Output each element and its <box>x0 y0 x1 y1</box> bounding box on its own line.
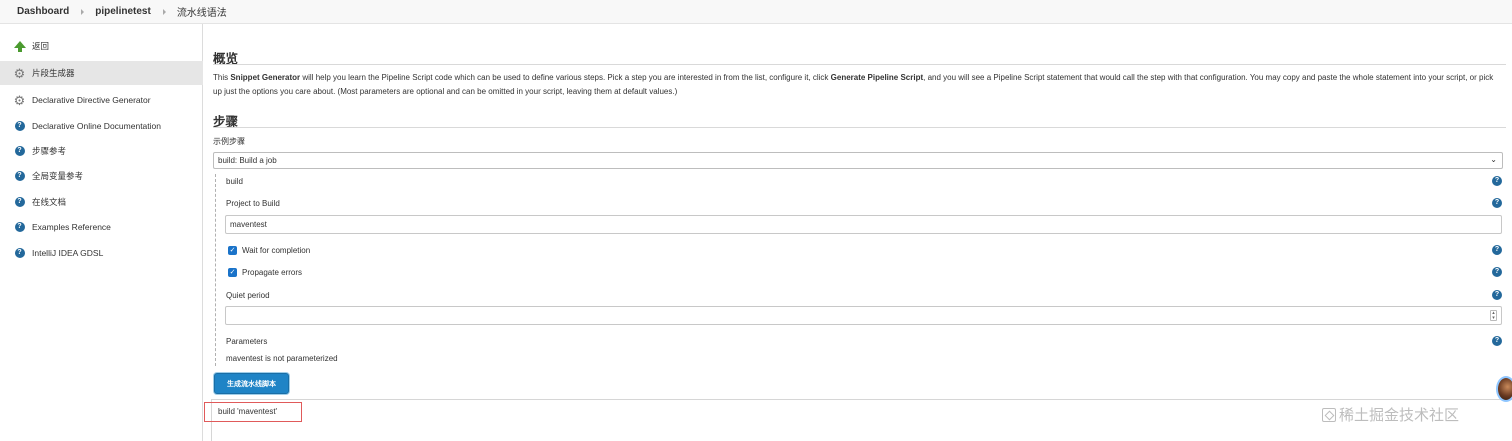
watermark-text: 稀土掘金技术社区 <box>1339 406 1460 424</box>
help-icon[interactable]: ? <box>1492 198 1502 208</box>
sample-step-select[interactable]: build: Build a job ⌄ <box>213 152 1503 169</box>
sidebar-item-label: 在线文档 <box>32 197 67 207</box>
breadcrumb-current[interactable]: 流水线语法 <box>177 4 227 19</box>
sidebar-item-directive-generator[interactable]: ⚙ Declarative Directive Generator <box>0 88 203 112</box>
sidebar-item-online-docs[interactable]: ? 在线文档 <box>0 190 203 214</box>
sidebar-item-snippet-generator[interactable]: ⚙ 片段生成器 <box>0 61 203 85</box>
help-icon: ? <box>14 146 25 157</box>
propagate-errors-label: Propagate errors <box>242 268 303 277</box>
sidebar-item-label: Declarative Online Documentation <box>32 121 161 131</box>
help-icon: ? <box>14 171 25 182</box>
sidebar-item-examples-reference[interactable]: ? Examples Reference <box>0 215 203 239</box>
watermark: 稀土掘金技术社区 <box>1322 404 1459 425</box>
sidebar-item-back[interactable]: 返回 <box>0 34 203 58</box>
sidebar-item-step-reference[interactable]: ? 步骤参考 <box>0 139 203 163</box>
sidebar-item-online-documentation[interactable]: ? Declarative Online Documentation <box>0 114 203 138</box>
section-divider <box>213 127 1506 128</box>
breadcrumb: Dashboard pipelinetest 流水线语法 <box>0 0 1512 24</box>
up-arrow-icon <box>13 40 26 52</box>
sample-step-label: 示例步骤 <box>213 137 245 146</box>
project-to-build-input[interactable]: maventest <box>225 215 1502 234</box>
gear-icon: ⚙ <box>13 92 26 108</box>
chevron-down-icon: ⌄ <box>1490 155 1497 164</box>
parameters-label: Parameters <box>226 337 268 346</box>
main-content: 概览 This Snippet Generator will help you … <box>203 24 1512 441</box>
help-icon[interactable]: ? <box>1492 290 1502 300</box>
sidebar-item-label: Examples Reference <box>32 222 111 232</box>
sidebar-item-label: 全局变量参考 <box>32 171 84 181</box>
sidebar-item-label: 返回 <box>32 41 50 51</box>
sidebar-item-label: 步骤参考 <box>32 146 67 156</box>
overview-description: This Snippet Generator will help you lea… <box>213 73 1494 96</box>
quiet-period-label: Quiet period <box>226 291 270 300</box>
help-icon: ? <box>14 222 25 233</box>
number-spinner-icon[interactable]: ▴ ▾ <box>1490 310 1497 321</box>
avatar[interactable] <box>1496 376 1512 402</box>
gear-icon: ⚙ <box>13 65 26 81</box>
step-config-divider <box>215 174 216 366</box>
help-icon: ? <box>14 197 25 208</box>
sample-step-value: build: Build a job <box>218 156 277 165</box>
generate-pipeline-script-button[interactable]: 生成流水线脚本 <box>214 373 289 394</box>
breadcrumb-dashboard[interactable]: Dashboard <box>17 6 69 17</box>
help-icon[interactable]: ? <box>1492 245 1502 255</box>
sidebar: 返回 ⚙ 片段生成器 ⚙ Declarative Directive Gener… <box>0 24 203 441</box>
sidebar-item-intellij-gdsl[interactable]: ? IntelliJ IDEA GDSL <box>0 241 203 265</box>
step-name-label: build <box>226 177 243 186</box>
section-divider <box>213 64 1506 65</box>
propagate-errors-checkbox[interactable]: ✓ <box>228 268 237 277</box>
sidebar-item-global-variables[interactable]: ? 全局变量参考 <box>0 164 203 188</box>
help-icon: ? <box>14 121 25 132</box>
breadcrumb-separator-icon[interactable] <box>81 8 85 15</box>
project-to-build-value: maventest <box>230 220 267 229</box>
sidebar-item-label: Declarative Directive Generator <box>32 95 151 105</box>
parameters-note: maventest is not parameterized <box>226 354 338 363</box>
juejin-logo-icon <box>1322 407 1336 422</box>
help-icon: ? <box>14 248 25 259</box>
help-icon[interactable]: ? <box>1492 336 1502 346</box>
project-to-build-label: Project to Build <box>226 199 280 208</box>
wait-for-completion-label: Wait for completion <box>242 246 311 255</box>
breadcrumb-separator-icon[interactable] <box>162 8 166 15</box>
sidebar-item-label: IntelliJ IDEA GDSL <box>32 248 104 258</box>
quiet-period-input[interactable]: ▴ ▾ <box>225 306 1502 325</box>
wait-for-completion-checkbox[interactable]: ✓ <box>228 246 237 255</box>
generated-script-output[interactable]: build 'maventest' <box>211 399 1512 441</box>
breadcrumb-job[interactable]: pipelinetest <box>95 6 151 17</box>
help-icon[interactable]: ? <box>1492 176 1502 186</box>
highlight-annotation <box>204 402 302 422</box>
sidebar-item-label: 片段生成器 <box>32 68 75 78</box>
help-icon[interactable]: ? <box>1492 267 1502 277</box>
